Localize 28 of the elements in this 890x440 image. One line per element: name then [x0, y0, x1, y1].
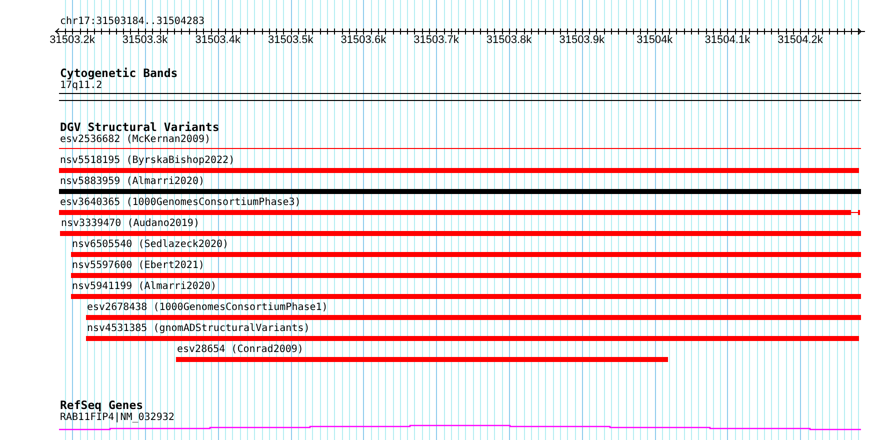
location-label: chr17:31503184..31504283 [60, 16, 204, 28]
tick-label: 31503.4k [195, 34, 240, 47]
variant-label: esv2536682 (McKernan2009) [60, 134, 211, 146]
tick-label: 31503.8k [486, 34, 532, 47]
variant-label: nsv5518195 (ByrskaBishop2022) [60, 155, 235, 167]
tick-label: 31503.9k [559, 34, 604, 47]
track-title: Cytogenetic Bands [60, 67, 178, 80]
variant-label: nsv5597600 (Ebert2021) [72, 260, 204, 272]
variant-label: nsv5941199 (Almarri2020) [72, 281, 216, 293]
tick-label: 31503.3k [122, 34, 168, 47]
variant-label: nsv4531385 (gnomADStructuralVariants) [87, 323, 310, 335]
variant-label: nsv3339470 (Audano2019) [61, 218, 200, 230]
variant-label: nsv6505540 (Sedlazeck2020) [72, 239, 229, 251]
tick-label: 31503.6k [340, 34, 386, 47]
tick-label: 31504.2k [778, 34, 823, 47]
tick-label: 31503.2k [50, 34, 95, 47]
tick-label: 31504.1k [704, 34, 750, 47]
variant-label: esv3640365 (1000GenomesConsortiumPhase3) [60, 197, 301, 209]
band-label: 17q11.2 [60, 80, 102, 92]
tick-label: 31504k [636, 34, 673, 47]
variant-label: nsv5883959 (Almarri2020) [60, 176, 204, 188]
variant-label: esv2678438 (1000GenomesConsortiumPhase1) [87, 302, 328, 314]
variant-label: esv28654 (Conrad2009) [177, 344, 304, 356]
gene-label: RAB11FIP4|NM_032932 [60, 412, 174, 424]
tick-label: 31503.7k [414, 34, 459, 47]
tick-label: 31503.5k [268, 34, 314, 47]
track-title: DGV Structural Variants [60, 121, 220, 134]
track-title: RefSeq Genes [60, 399, 144, 412]
